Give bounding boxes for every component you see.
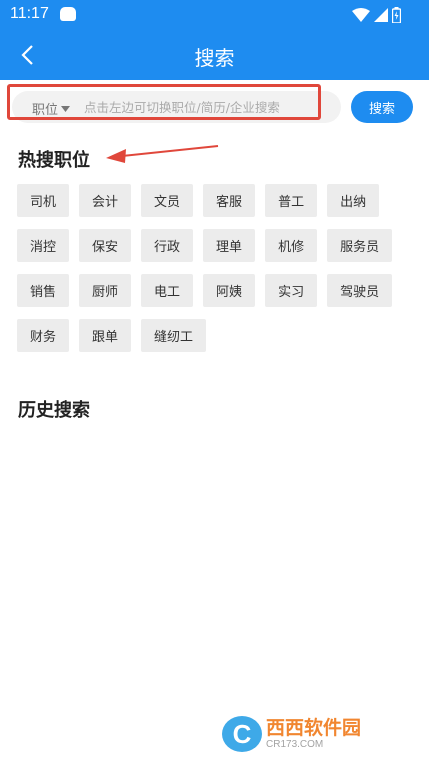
hot-job-tag[interactable]: 客服 — [203, 184, 256, 217]
dropdown-triangle-icon — [61, 105, 71, 112]
hot-job-tag[interactable]: 司机 — [17, 184, 70, 217]
hot-job-tag[interactable]: 机修 — [265, 229, 318, 262]
hot-job-tag[interactable]: 阿姨 — [203, 274, 256, 307]
hot-job-tag[interactable]: 理单 — [203, 229, 256, 262]
watermark-logo-icon: C — [222, 716, 262, 752]
status-icons — [352, 5, 401, 25]
search-box: 职位 — [12, 91, 341, 123]
hot-jobs-title: 热搜职位 — [18, 150, 90, 171]
search-input[interactable] — [84, 97, 334, 117]
hot-job-tag[interactable]: 销售 — [17, 274, 70, 307]
hot-job-tag[interactable]: 实习 — [265, 274, 318, 307]
watermark: C 西西软件园 CR173.COM — [222, 714, 412, 754]
search-button[interactable]: 搜索 — [351, 91, 413, 123]
hot-job-tag[interactable]: 驾驶员 — [327, 274, 393, 307]
nav-bar: 搜索 — [0, 30, 429, 80]
hot-job-tag[interactable]: 电工 — [141, 274, 194, 307]
hot-job-tag[interactable]: 厨师 — [79, 274, 132, 307]
wifi-icon — [352, 8, 370, 22]
status-time: 11:17 — [10, 5, 49, 22]
watermark-main: 西西软件园 — [266, 716, 362, 739]
search-type-label: 职位 — [32, 103, 59, 118]
hot-job-tag[interactable]: 消控 — [17, 229, 70, 262]
tag-row: 司机 会计 文员 客服 普工 出纳 — [17, 184, 417, 217]
page-title: 搜索 — [194, 46, 235, 70]
annotation-arrow-icon — [106, 145, 219, 163]
hot-job-tag[interactable]: 财务 — [17, 319, 70, 352]
watermark-sub: CR173.COM — [266, 738, 324, 750]
hot-job-tag[interactable]: 行政 — [141, 229, 194, 262]
history-title: 历史搜索 — [18, 400, 90, 421]
hot-job-tag[interactable]: 文员 — [141, 184, 194, 217]
hot-job-tag[interactable]: 保安 — [79, 229, 132, 262]
hot-job-tag[interactable]: 跟单 — [79, 319, 132, 352]
tag-row: 销售 厨师 电工 阿姨 实习 驾驶员 — [17, 274, 417, 307]
hot-job-tag[interactable]: 出纳 — [327, 184, 380, 217]
hot-job-tag[interactable]: 缝纫工 — [141, 319, 207, 352]
signal-icon — [374, 8, 388, 22]
tag-row: 消控 保安 行政 理单 机修 服务员 — [17, 229, 417, 262]
android-app-icon — [60, 7, 76, 21]
hot-jobs-tags: 司机 会计 文员 客服 普工 出纳 消控 保安 行政 理单 机修 服务员 销售 厨师 电工 阿姨 实习 驾驶员 财务… — [17, 184, 417, 364]
search-bar: 职位 搜索 — [0, 80, 429, 130]
status-bar: 11:17 — [0, 0, 429, 30]
hot-job-tag[interactable]: 普工 — [265, 184, 318, 217]
battery-icon — [392, 7, 401, 23]
tag-row: 财务 跟单 缝纫工 — [17, 319, 417, 352]
search-type-select[interactable]: 职位 — [32, 99, 71, 118]
hot-job-tag[interactable]: 会计 — [79, 184, 132, 217]
hot-job-tag[interactable]: 服务员 — [327, 229, 393, 262]
